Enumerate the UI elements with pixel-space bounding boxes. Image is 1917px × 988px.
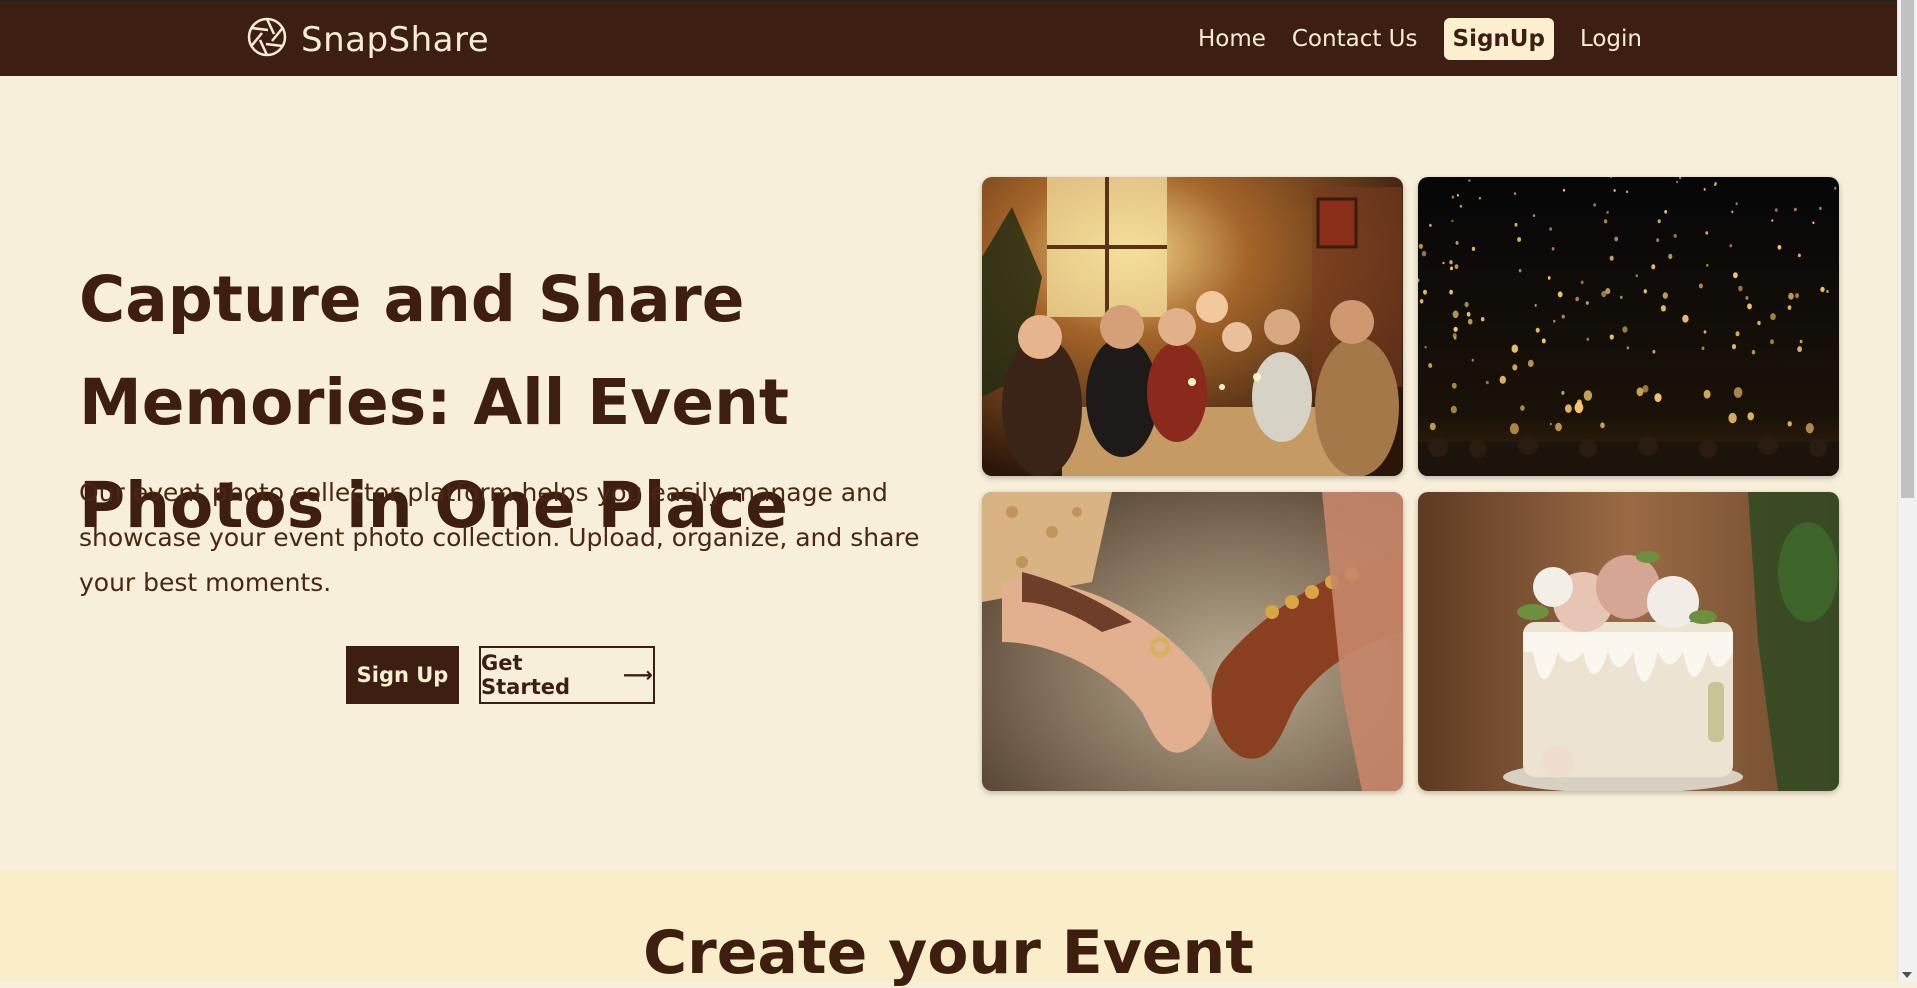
- scrollbar-thumb[interactable]: [1901, 0, 1914, 498]
- hero-description: Our event photo collector platform helps…: [79, 478, 920, 597]
- family-dinner-photo: [982, 177, 1403, 476]
- top-navbar: SnapShare Home Contact Us SignUp Login: [0, 0, 1897, 76]
- camera-shutter-logo-icon: [247, 17, 287, 62]
- nav-links: Home Contact Us SignUp Login: [1198, 18, 1642, 60]
- get-started-label: Get Started: [481, 651, 571, 699]
- scroll-down-arrow-icon[interactable]: [1902, 972, 1912, 978]
- nav-login-link[interactable]: Login: [1580, 20, 1642, 58]
- arrow-right-icon: ⟶: [622, 663, 653, 687]
- wedding-hands-photo: [982, 492, 1403, 791]
- create-event-section: Create your Event: [0, 870, 1897, 988]
- page-scrollbar[interactable]: [1897, 0, 1917, 982]
- nav-contact-link[interactable]: Contact Us: [1292, 20, 1418, 58]
- nav-signup-button[interactable]: SignUp: [1443, 18, 1554, 60]
- nav-home-link[interactable]: Home: [1198, 20, 1266, 58]
- get-started-button[interactable]: Get Started ⟶: [479, 646, 655, 704]
- brand-name: SnapShare: [301, 19, 490, 60]
- create-event-title: Create your Event: [643, 918, 1254, 988]
- sky-lanterns-photo: [1418, 177, 1839, 476]
- hero-signup-button[interactable]: Sign Up: [346, 646, 459, 704]
- brand[interactable]: SnapShare: [247, 17, 489, 62]
- wedding-cake-photo: [1418, 492, 1839, 791]
